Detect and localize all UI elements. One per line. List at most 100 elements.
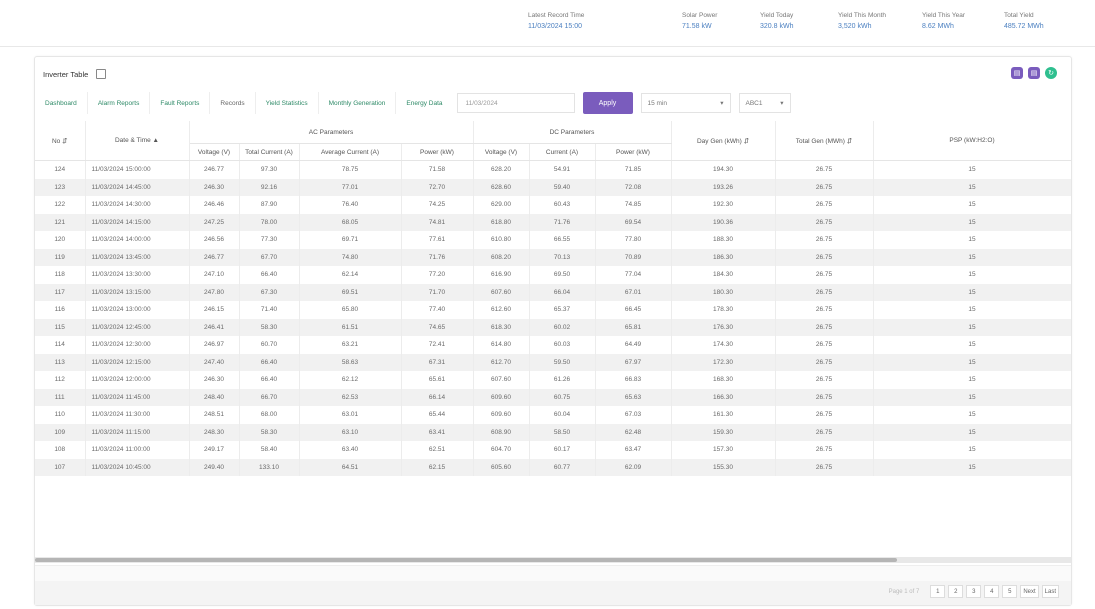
table-row[interactable]: 113 11/03/2024 12:15:00 247.40 66.40 58.63 67… xyxy=(35,353,1071,371)
table-row[interactable]: 124 11/03/2024 15:00:00 246.77 97.30 78.75 71… xyxy=(35,160,1071,179)
table-cell: 72.41 xyxy=(401,336,474,354)
date-input[interactable]: 11/03/2024 xyxy=(456,93,575,113)
table-cell: 15 xyxy=(873,266,1071,284)
export-icon[interactable]: ▤ xyxy=(1028,67,1040,79)
tab-fault-reports[interactable]: Fault Reports xyxy=(149,92,209,114)
print-icon[interactable]: ▤ xyxy=(1011,67,1023,79)
inverter-data-table: No ⇵ Date & Time ▲ AC Parameters DC Para… xyxy=(35,121,1071,476)
page-button-5[interactable]: 5 xyxy=(1002,585,1018,598)
table-cell: 11/03/2024 14:45:00 xyxy=(85,178,190,196)
table-row[interactable]: 108 11/03/2024 11:00:00 249.17 58.40 63.40 62… xyxy=(35,441,1071,459)
table-cell: 115 xyxy=(35,318,86,336)
table-row[interactable]: 112 11/03/2024 12:00:00 246.30 66.40 62.12 65… xyxy=(35,371,1071,389)
stat-label: Latest Record Time xyxy=(528,12,585,19)
table-cell: 71.40 xyxy=(239,301,300,319)
table-cell: 15 xyxy=(873,231,1071,249)
interval-select[interactable]: 15 min ▾ xyxy=(640,93,731,113)
table-row[interactable]: 107 11/03/2024 10:45:00 249.40 133.10 64.51 6… xyxy=(35,458,1071,476)
table-cell: 188.30 xyxy=(671,231,776,249)
next-page-button[interactable]: Next xyxy=(1020,585,1039,598)
table-row[interactable]: 120 11/03/2024 14:00:00 246.56 77.30 69.71 77… xyxy=(35,231,1071,249)
page-info: Page 1 of 7 xyxy=(888,588,920,595)
col-header-avg-current[interactable]: Average Current (A) xyxy=(299,143,402,161)
table-cell: 608.20 xyxy=(473,248,530,266)
table-cell: 109 xyxy=(35,423,86,441)
table-row[interactable]: 110 11/03/2024 11:30:00 248.51 68.00 63.01 65… xyxy=(35,406,1071,424)
tab-alarm-reports[interactable]: Alarm Reports xyxy=(86,92,150,114)
stat-yield-year: Yield This Year 8.62 MWh xyxy=(922,12,965,30)
table-cell: 26.75 xyxy=(775,301,874,319)
tab-energy-data[interactable]: Energy Data xyxy=(395,92,452,114)
col-header-ac-power[interactable]: Power (kW) xyxy=(401,143,474,161)
horizontal-scrollbar[interactable] xyxy=(35,557,1071,563)
table-cell: 71.76 xyxy=(401,248,474,266)
tab-yield-statistics[interactable]: Yield Statistics xyxy=(254,92,318,114)
table-cell: 62.48 xyxy=(595,423,672,441)
table-cell: 186.30 xyxy=(671,248,776,266)
tab-dashboard[interactable]: Dashboard xyxy=(35,92,87,114)
col-header-dc-voltage[interactable]: Voltage (V) xyxy=(473,143,530,161)
apply-button[interactable]: Apply xyxy=(582,92,633,114)
table-cell: 15 xyxy=(873,423,1071,441)
table-cell: 176.30 xyxy=(671,318,776,336)
page-button-4[interactable]: 4 xyxy=(984,585,1000,598)
table-row[interactable]: 109 11/03/2024 11:15:00 248.30 58.30 63.10 63… xyxy=(35,423,1071,441)
col-header-total-gen[interactable]: Total Gen (MWh) ⇵ xyxy=(775,121,874,161)
col-header-psp[interactable]: PSP (kW:H2:O) xyxy=(873,121,1071,161)
inverter-value: ABC1 xyxy=(745,99,763,107)
table-cell: 249.17 xyxy=(189,441,240,459)
col-header-datetime[interactable]: Date & Time ▲ xyxy=(85,121,190,161)
col-header-dc-power[interactable]: Power (kW) xyxy=(595,143,672,161)
table-row[interactable]: 122 11/03/2024 14:30:00 246.46 87.90 76.40 74… xyxy=(35,196,1071,214)
stat-value: 320.8 kWh xyxy=(760,23,794,30)
table-cell: 74.65 xyxy=(401,318,474,336)
last-page-button[interactable]: Last xyxy=(1041,585,1059,598)
pagination: Page 1 of 7 1 2 3 4 5 Next Last xyxy=(889,585,1059,598)
inverter-select[interactable]: ABC1 ▾ xyxy=(738,93,791,113)
page-button-2[interactable]: 2 xyxy=(948,585,964,598)
table-row[interactable]: 114 11/03/2024 12:30:00 246.97 60.70 63.21 72… xyxy=(35,336,1071,354)
tab-records[interactable]: Records xyxy=(209,92,254,114)
table-row[interactable]: 121 11/03/2024 14:15:00 247.25 78.00 68.05 74… xyxy=(35,213,1071,231)
table-cell: 246.30 xyxy=(189,178,240,196)
table-cell: 60.70 xyxy=(239,336,300,354)
table-cell: 26.75 xyxy=(775,318,874,336)
col-header-day-gen[interactable]: Day Gen (kWh) ⇵ xyxy=(671,121,776,161)
table-row[interactable]: 116 11/03/2024 13:00:00 246.15 71.40 65.80 77… xyxy=(35,301,1071,319)
page-button-3[interactable]: 3 xyxy=(966,585,982,598)
table-row[interactable]: 115 11/03/2024 12:45:00 246.41 58.30 61.51 74… xyxy=(35,318,1071,336)
stat-yield-today: Yield Today 320.8 kWh xyxy=(760,12,793,30)
table-cell: 190.36 xyxy=(671,213,776,231)
table-cell: 26.75 xyxy=(775,266,874,284)
table-cell: 11/03/2024 12:30:00 xyxy=(85,336,190,354)
table-cell: 180.30 xyxy=(671,283,776,301)
table-cell: 26.75 xyxy=(775,231,874,249)
table-cell: 60.03 xyxy=(529,336,596,354)
table-cell: 15 xyxy=(873,318,1071,336)
table-row[interactable]: 123 11/03/2024 14:45:00 246.30 92.16 77.01 72… xyxy=(35,178,1071,196)
table-row[interactable]: 118 11/03/2024 13:30:00 247.10 66.40 62.14 77… xyxy=(35,266,1071,284)
page-button-1[interactable]: 1 xyxy=(930,585,946,598)
table-cell: 54.91 xyxy=(529,160,596,179)
table-cell: 66.55 xyxy=(529,231,596,249)
table-cell: 15 xyxy=(873,283,1071,301)
table-row[interactable]: 117 11/03/2024 13:15:00 247.80 67.30 69.51 71… xyxy=(35,283,1071,301)
table-row[interactable]: 111 11/03/2024 11:45:00 248.40 66.70 62.53 66… xyxy=(35,388,1071,406)
table-row[interactable]: 119 11/03/2024 13:45:00 246.77 67.70 74.80 71… xyxy=(35,248,1071,266)
table-cell: 614.80 xyxy=(473,336,530,354)
col-header-no[interactable]: No ⇵ xyxy=(35,121,86,161)
scrollbar-thumb[interactable] xyxy=(35,558,897,562)
copy-icon[interactable] xyxy=(96,69,107,79)
table-cell: 92.16 xyxy=(239,178,300,196)
col-header-total-current[interactable]: Total Current (A) xyxy=(239,143,300,161)
table-cell: 607.60 xyxy=(473,371,530,389)
table-cell: 61.51 xyxy=(299,318,402,336)
refresh-icon[interactable]: ↻ xyxy=(1045,67,1057,79)
table-cell: 67.03 xyxy=(595,406,672,424)
col-header-dc-current[interactable]: Current (A) xyxy=(529,143,596,161)
table-cell: 77.20 xyxy=(401,266,474,284)
col-header-ac-voltage[interactable]: Voltage (V) xyxy=(189,143,240,161)
table-cell: 60.77 xyxy=(529,458,596,476)
tab-monthly-generation[interactable]: Monthly Generation xyxy=(317,92,396,114)
table-cell: 246.97 xyxy=(189,336,240,354)
